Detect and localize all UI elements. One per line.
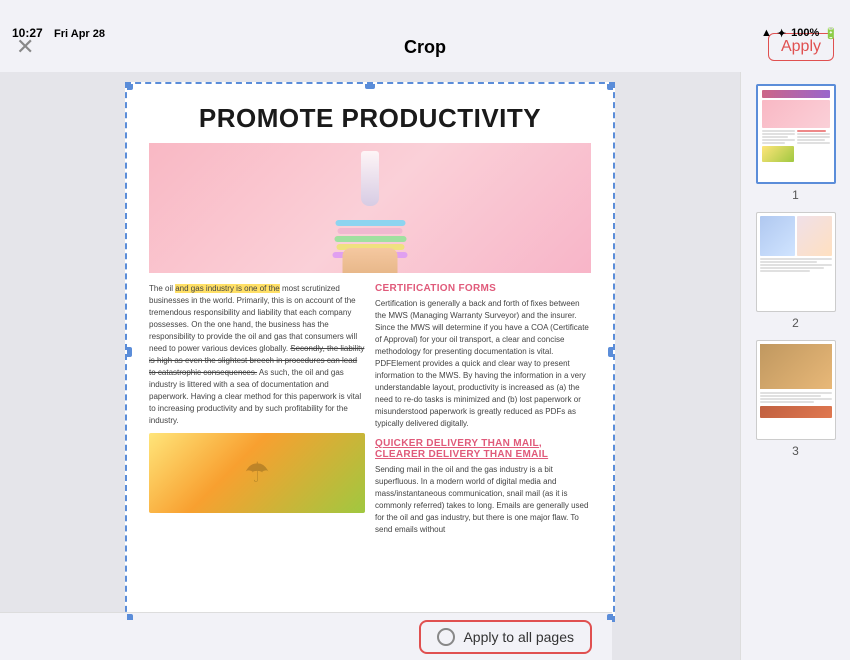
crop-handle-top[interactable] xyxy=(365,82,375,89)
bluetooth-icon: ✦ xyxy=(777,27,786,40)
right-heading-1: CERTIFICATION FORMS xyxy=(375,283,591,294)
crop-handle-tr[interactable] xyxy=(607,82,615,90)
left-column-text: The oil and gas industry is one of the m… xyxy=(149,283,365,427)
thumb2-bottom xyxy=(760,258,832,308)
crop-handle-tl[interactable] xyxy=(125,82,133,90)
thumb3-image xyxy=(760,344,832,389)
thumbnail-box-2[interactable] xyxy=(756,212,836,312)
wifi-icon: ▲ xyxy=(761,27,772,39)
thumbnail-num-2: 2 xyxy=(792,316,799,330)
right-column-text-1: Certification is generally a back and fo… xyxy=(375,298,591,430)
apply-all-label: Apply to all pages xyxy=(463,629,574,645)
thumbnail-box-1[interactable] xyxy=(756,84,836,184)
battery-pct: 100% xyxy=(791,27,819,39)
crop-handle-left[interactable] xyxy=(125,347,132,357)
thumbnail-panel: 1 2 xyxy=(740,72,850,660)
main-content: PROMOTE PRODUCTIVITY xyxy=(0,72,850,660)
battery-icon: 🔋 xyxy=(824,27,838,40)
document-hero-image xyxy=(149,143,591,273)
thumbnail-box-3[interactable] xyxy=(756,340,836,440)
apply-all-pages-button[interactable]: Apply to all pages xyxy=(419,620,592,654)
right-column-text-2: Sending mail in the oil and the gas indu… xyxy=(375,464,591,536)
thumb2-col2 xyxy=(797,216,832,256)
right-heading-2: QUICKER DELIVERY THAN MAIL, CLEARER DELI… xyxy=(375,438,591,460)
two-column-layout: The oil and gas industry is one of the m… xyxy=(149,283,591,536)
right-column: CERTIFICATION FORMS Certification is gen… xyxy=(375,283,591,536)
status-right: ▲ ✦ 100% 🔋 xyxy=(761,27,838,40)
document-lower-image: ☂ xyxy=(149,433,365,513)
apply-all-radio[interactable] xyxy=(437,628,455,646)
thumb2-col1 xyxy=(760,216,795,256)
left-column: The oil and gas industry is one of the m… xyxy=(149,283,365,536)
crop-handle-right[interactable] xyxy=(608,347,615,357)
thumb2-top xyxy=(760,216,832,256)
document-content: PROMOTE PRODUCTIVITY xyxy=(127,84,613,556)
thumbnail-3[interactable]: 3 xyxy=(756,340,836,458)
thumbnail-num-3: 3 xyxy=(792,444,799,458)
thumb-content-2 xyxy=(757,213,835,311)
status-bar: 10:27 Fri Apr 28 ▲ ✦ 100% 🔋 xyxy=(0,22,850,44)
thumb-content-1 xyxy=(758,86,834,182)
canvas-area: PROMOTE PRODUCTIVITY xyxy=(0,72,740,660)
document-title: PROMOTE PRODUCTIVITY xyxy=(149,104,591,133)
thumbnail-2[interactable]: 2 xyxy=(756,212,836,330)
thumb-content-3 xyxy=(757,341,835,439)
bottom-bar: Apply to all pages xyxy=(0,612,612,660)
thumbnail-num-1: 1 xyxy=(792,188,799,202)
status-time: 10:27 Fri Apr 28 xyxy=(12,26,105,40)
thumbnail-1[interactable]: 1 xyxy=(756,84,836,202)
document-page[interactable]: PROMOTE PRODUCTIVITY xyxy=(125,82,615,622)
